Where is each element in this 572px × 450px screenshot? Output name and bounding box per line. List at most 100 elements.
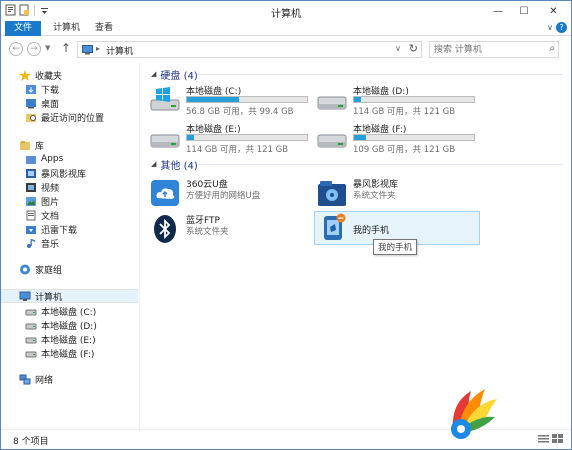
drive-info: 109 GB 可用，共 121 GB: [353, 145, 456, 155]
chevron-down-icon[interactable]: ∨: [547, 23, 553, 32]
refresh-icon[interactable]: ↻: [409, 42, 418, 55]
nav-item-desktop[interactable]: 桌面: [25, 96, 59, 110]
close-icon: ✕: [549, 5, 558, 17]
tooltip: 我的手机: [373, 239, 418, 255]
group-header-drives-label: 硬盘 (4): [160, 70, 198, 82]
nav-item-xunlei[interactable]: 迅雷下载: [25, 222, 77, 236]
group-header-drives[interactable]: ◢ 硬盘 (4): [151, 67, 198, 82]
network-icon: [19, 374, 31, 384]
music-icon: [27, 238, 35, 248]
nav-computer[interactable]: 计算机: [1, 289, 138, 303]
nav-item-recent-places[interactable]: 最近访问的位置: [25, 110, 104, 124]
item-name: 我的手机: [353, 226, 390, 236]
ribbon-tabs: 文件 计算机 查看 ∨ ?: [1, 21, 571, 36]
group-divider: [198, 74, 563, 75]
explorer-window: 计算机 — ☐ ✕ 文件 计算机 查看 ∨ ? ← → ▼ ↑ ▸ 计算机 ∨ …: [0, 0, 572, 450]
nav-item-label: 视频: [41, 183, 60, 194]
nav-computer-label: 计算机: [35, 292, 63, 303]
nav-drive-d[interactable]: 本地磁盘 (D:): [25, 318, 97, 332]
nav-item-baofeng[interactable]: 暴风影视库: [25, 166, 86, 180]
nav-libraries[interactable]: 库: [19, 138, 44, 152]
drive-usage-bar: [353, 134, 475, 141]
drive-tile-e[interactable]: 本地磁盘 (E:) 114 GB 可用，共 121 GB: [150, 121, 315, 157]
hard-drive-icon: [317, 96, 347, 110]
hard-drive-icon: [317, 134, 347, 148]
item-tile-bluetooth-ftp[interactable]: 蓝牙FTP 系统文件夹: [150, 212, 315, 248]
bluetooth-icon: [154, 215, 176, 243]
nav-item-label: Apps: [41, 154, 64, 164]
item-tile-360-cloud[interactable]: 360云U盘 方便好用的网络U盘: [150, 176, 315, 212]
nav-item-label: 桌面: [41, 99, 60, 110]
group-header-others[interactable]: ◢ 其他 (4): [151, 157, 198, 172]
nav-homegroup-label: 家庭组: [35, 265, 63, 276]
details-view-icon[interactable]: [538, 434, 549, 444]
address-dropdown-icon[interactable]: ∨: [395, 44, 401, 53]
search-icon[interactable]: ⌕: [549, 43, 555, 54]
drive-usage-bar: [186, 134, 308, 141]
download-folder-icon: [26, 225, 36, 234]
item-subtitle: 系统文件夹: [353, 191, 396, 201]
help-icon[interactable]: ?: [556, 22, 567, 33]
breadcrumb-separator[interactable]: ▸: [96, 44, 100, 53]
recent-places-icon: [26, 113, 36, 122]
picture-icon: [26, 196, 36, 206]
drive-tile-f[interactable]: 本地磁盘 (F:) 109 GB 可用，共 121 GB: [317, 121, 482, 157]
nav-item-label: 音乐: [41, 239, 60, 250]
video-icon: [26, 182, 36, 192]
drive-usage-bar: [353, 96, 475, 103]
media-library-icon: [318, 181, 346, 206]
maximize-button[interactable]: ☐: [511, 1, 537, 21]
drive-tile-c[interactable]: 本地磁盘 (C:) 56.8 GB 可用，共 99.4 GB: [150, 83, 315, 119]
document-icon: [26, 210, 36, 220]
nav-item-videos[interactable]: 视频: [25, 180, 59, 194]
close-button[interactable]: ✕: [538, 1, 569, 21]
download-icon: [26, 84, 36, 94]
nav-item-apps[interactable]: Apps: [25, 152, 63, 166]
tiles-view-icon[interactable]: [552, 434, 563, 444]
item-count: 8 个项目: [13, 437, 49, 447]
nav-item-pictures[interactable]: 图片: [25, 194, 59, 208]
nav-favorites-label: 收藏夹: [35, 71, 63, 82]
nav-item-label: 文档: [41, 211, 60, 222]
up-button[interactable]: ↑: [61, 41, 71, 55]
search-input[interactable]: [430, 42, 540, 57]
nav-item-label: 本地磁盘 (F:): [41, 349, 95, 360]
minimize-button[interactable]: —: [485, 1, 511, 21]
nav-item-music[interactable]: 音乐: [25, 236, 59, 250]
nav-item-label: 下载: [41, 85, 60, 96]
forward-button[interactable]: →: [27, 42, 41, 56]
tab-computer[interactable]: 计算机: [45, 21, 88, 36]
nav-item-label: 最近访问的位置: [41, 113, 105, 124]
back-button[interactable]: ←: [9, 42, 23, 56]
minimize-icon: —: [493, 5, 503, 17]
nav-item-label: 本地磁盘 (C:): [41, 307, 97, 318]
breadcrumb[interactable]: 计算机: [106, 44, 133, 57]
group-divider: [198, 164, 563, 165]
nav-item-label: 迅雷下载: [41, 225, 78, 236]
recent-locations-dropdown[interactable]: ▼: [45, 44, 50, 52]
nav-item-downloads[interactable]: 下载: [25, 82, 59, 96]
nav-homegroup[interactable]: 家庭组: [19, 262, 62, 276]
navigation-pane: 收藏夹 下载 桌面 最近访问的位置 库 Apps 暴风影视库 视频 图片 文档 …: [1, 62, 139, 429]
nav-drive-e[interactable]: 本地磁盘 (E:): [25, 332, 96, 346]
nav-item-label: 本地磁盘 (D:): [41, 321, 97, 332]
item-tile-baofeng[interactable]: 暴风影视库 系统文件夹: [317, 176, 482, 212]
nav-favorites[interactable]: 收藏夹: [19, 68, 62, 82]
tab-view[interactable]: 查看: [87, 21, 121, 36]
nav-item-documents[interactable]: 文档: [25, 208, 59, 222]
item-subtitle: 系统文件夹: [186, 227, 229, 237]
address-bar[interactable]: ▸ 计算机 ∨ ↻: [77, 41, 422, 58]
drive-usage-fill: [187, 135, 195, 140]
search-box[interactable]: ⌕: [429, 41, 559, 58]
drive-tile-d[interactable]: 本地磁盘 (D:) 114 GB 可用，共 121 GB: [317, 83, 482, 119]
nav-item-label: 图片: [41, 197, 60, 208]
nav-network[interactable]: 网络: [19, 372, 53, 386]
group-header-others-label: 其他 (4): [160, 160, 198, 172]
drive-usage-fill: [354, 135, 366, 140]
tab-file[interactable]: 文件: [5, 21, 41, 36]
nav-drive-f[interactable]: 本地磁盘 (F:): [25, 346, 94, 360]
drive-info: 114 GB 可用，共 121 GB: [186, 145, 289, 155]
nav-drive-c[interactable]: 本地磁盘 (C:): [25, 304, 96, 318]
drive-icon: [25, 337, 37, 343]
hard-drive-icon: [150, 134, 180, 148]
